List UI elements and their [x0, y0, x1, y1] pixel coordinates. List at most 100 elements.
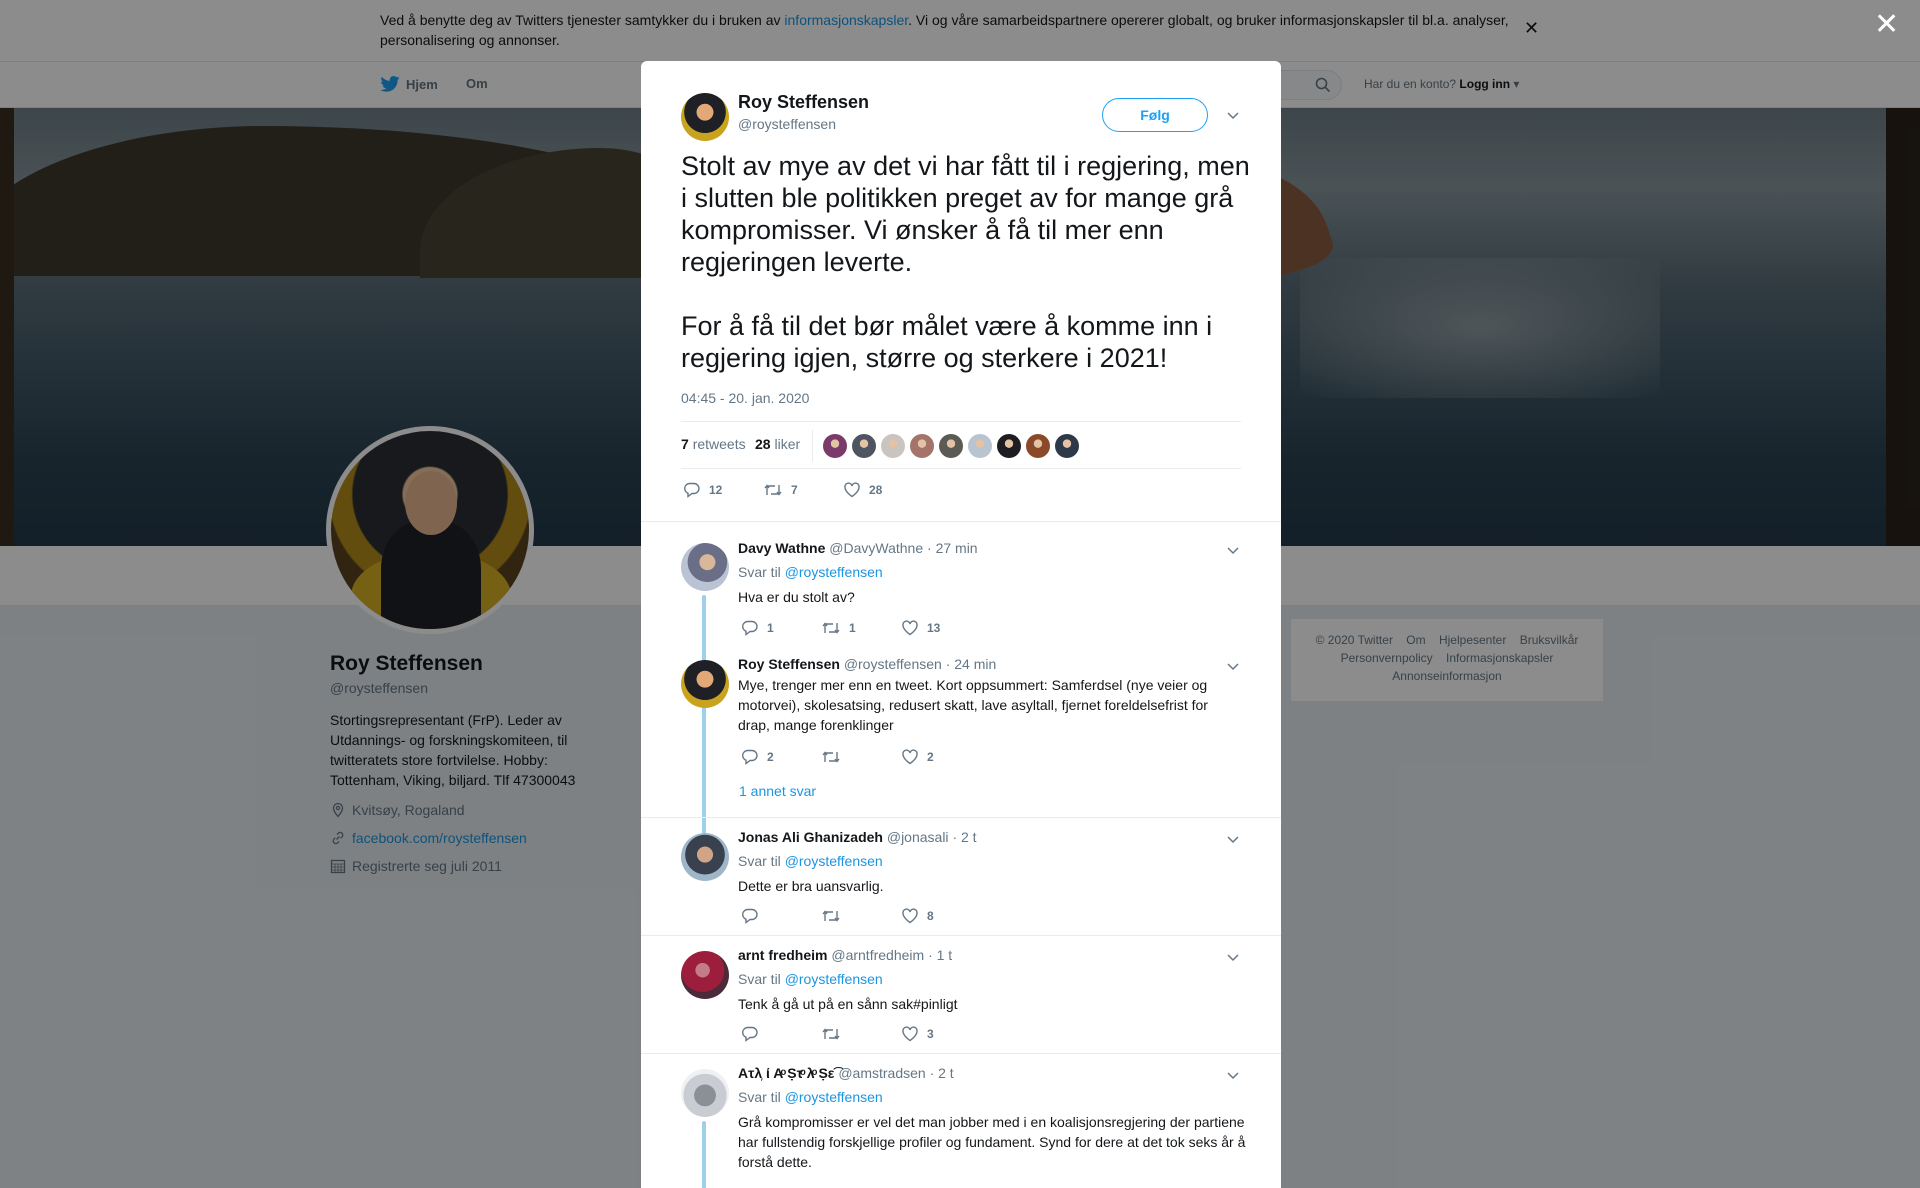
reply-avatar[interactable]: [681, 951, 729, 999]
reply-text: Hva er du stolt av?: [738, 589, 855, 605]
like-button[interactable]: 2: [901, 748, 955, 766]
likes-stat[interactable]: 28 liker: [755, 436, 800, 452]
liker-avatar[interactable]: [968, 434, 992, 458]
reply-author-name[interactable]: Ατλ᷊ ί Αͦ Ṣτͦ λͦ Ṣε͡: [738, 1065, 834, 1081]
chevron-down-icon[interactable]: [1225, 658, 1241, 674]
reply-header: Davy Wathne @DavyWathne · 27 min: [738, 540, 978, 556]
chevron-down-icon[interactable]: [1225, 107, 1241, 123]
reply-time[interactable]: · 2 t: [930, 1065, 954, 1081]
reply-avatar[interactable]: [681, 660, 729, 708]
reply-button[interactable]: [741, 1025, 795, 1043]
like-button[interactable]: 13: [901, 619, 955, 637]
like-button[interactable]: 28: [843, 481, 897, 499]
liker-avatar[interactable]: [910, 434, 934, 458]
reply-icon: [684, 482, 700, 498]
reply-header: Ατλ᷊ ί Αͦ Ṣτͦ λͦ Ṣε͡ @amstradsen · 2 t: [738, 1065, 954, 1081]
likes-count: 28: [755, 436, 771, 452]
reply-author-name[interactable]: arnt fredheim: [738, 947, 827, 963]
follow-button[interactable]: Følg: [1102, 98, 1208, 132]
reply-time[interactable]: · 2 t: [952, 829, 976, 845]
liker-avatar[interactable]: [997, 434, 1021, 458]
reply-author-name[interactable]: Jonas Ali Ghanizadeh: [738, 829, 883, 845]
reply-to: Svar til @roysteffensen: [738, 853, 883, 869]
retweet-count: 7: [791, 483, 798, 497]
heart-icon: [902, 1026, 918, 1042]
reply-avatar[interactable]: [681, 1069, 729, 1117]
divider: [641, 521, 1281, 522]
like-count: 2: [927, 750, 934, 764]
thread-line: [702, 1121, 706, 1188]
reply-to: Svar til @roysteffensen: [738, 1089, 883, 1105]
reply-actions: 1 1 13: [741, 619, 981, 637]
like-count: 8: [927, 909, 934, 923]
reply-header: Jonas Ali Ghanizadeh @jonasali · 2 t: [738, 829, 977, 845]
reply-author-handle[interactable]: @roysteffensen: [844, 656, 942, 672]
retweet-button[interactable]: 7: [763, 481, 817, 499]
reply-icon: [742, 1026, 758, 1042]
reply-button[interactable]: 12: [683, 481, 737, 499]
reply-to-link[interactable]: @roysteffensen: [785, 853, 883, 869]
chevron-down-icon[interactable]: [1225, 949, 1241, 965]
likes-label: liker: [774, 436, 801, 452]
reply-author-name[interactable]: Davy Wathne: [738, 540, 825, 556]
reply-to-link[interactable]: @roysteffensen: [785, 1089, 883, 1105]
like-button[interactable]: 8: [901, 907, 955, 925]
reply-time[interactable]: · 24 min: [946, 656, 997, 672]
liker-avatar[interactable]: [823, 434, 847, 458]
reply-author-handle[interactable]: @amstradsen: [838, 1065, 925, 1081]
reply-count: 1: [767, 621, 774, 635]
reply-header: Roy Steffensen @roysteffensen · 24 min: [738, 656, 996, 672]
retweet-button[interactable]: 1: [821, 619, 875, 637]
liker-avatar[interactable]: [852, 434, 876, 458]
reply-count: 2: [767, 750, 774, 764]
liker-avatar[interactable]: [1026, 434, 1050, 458]
retweets-stat[interactable]: 7 retweets: [681, 436, 746, 452]
divider: [641, 817, 1281, 818]
reply-author-handle[interactable]: @jonasali: [887, 829, 949, 845]
reply-actions: 3: [741, 1025, 981, 1043]
modal-close-icon[interactable]: ✕: [1874, 10, 1899, 40]
reply-text: Tenk å gå ut på en sånn sak#pinligt: [738, 996, 958, 1012]
tweet-author-name[interactable]: Roy Steffensen: [738, 92, 869, 113]
liker-avatar[interactable]: [881, 434, 905, 458]
reply-actions: 8: [741, 907, 981, 925]
tweet-author-avatar[interactable]: [681, 93, 729, 141]
tweet-text: Stolt av mye av det vi har fått til i re…: [681, 151, 1250, 373]
reply-to: Svar til @roysteffensen: [738, 971, 883, 987]
tweet-timestamp[interactable]: 04:45 - 20. jan. 2020: [681, 390, 809, 406]
reply-avatar[interactable]: [681, 543, 729, 591]
reply-button[interactable]: 1: [741, 619, 795, 637]
reply-time[interactable]: · 27 min: [927, 540, 978, 556]
reply-to-link[interactable]: @roysteffensen: [785, 971, 883, 987]
more-replies-link[interactable]: 1 annet svar: [739, 783, 816, 799]
reply-author-handle[interactable]: @DavyWathne: [829, 540, 923, 556]
reply-author-handle[interactable]: @arntfredheim: [831, 947, 924, 963]
reply-button[interactable]: 2: [741, 748, 795, 766]
like-button[interactable]: 3: [901, 1025, 955, 1043]
reply-text: Mye, trenger mer enn en tweet. Kort opps…: [738, 677, 1208, 733]
liker-avatar[interactable]: [1055, 434, 1079, 458]
liker-avatar[interactable]: [939, 434, 963, 458]
heart-icon: [902, 908, 918, 924]
divider: [641, 935, 1281, 936]
chevron-down-icon[interactable]: [1225, 1067, 1241, 1083]
tweet-modal: Roy Steffensen @roysteffensen Følg Stolt…: [641, 61, 1281, 1188]
reply-avatar[interactable]: [681, 833, 729, 881]
chevron-down-icon[interactable]: [1225, 542, 1241, 558]
reply-time[interactable]: · 1 t: [928, 947, 952, 963]
retweets-count: 7: [681, 436, 689, 452]
retweet-icon: [764, 484, 782, 496]
reply-to-label: Svar til: [738, 1089, 781, 1105]
reply-author-name[interactable]: Roy Steffensen: [738, 656, 840, 672]
retweet-button[interactable]: [821, 907, 875, 925]
tweet-actions: 12 7 28: [683, 481, 923, 499]
reply-to-link[interactable]: @roysteffensen: [785, 564, 883, 580]
chevron-down-icon[interactable]: [1225, 831, 1241, 847]
retweet-button[interactable]: [821, 1025, 875, 1043]
retweet-button[interactable]: [821, 748, 875, 766]
reply-actions: 2 2: [741, 748, 981, 766]
stats-divider: [812, 430, 813, 462]
reply-to-label: Svar til: [738, 853, 781, 869]
reply-button[interactable]: [741, 907, 795, 925]
tweet-author-handle[interactable]: @roysteffensen: [738, 116, 836, 132]
